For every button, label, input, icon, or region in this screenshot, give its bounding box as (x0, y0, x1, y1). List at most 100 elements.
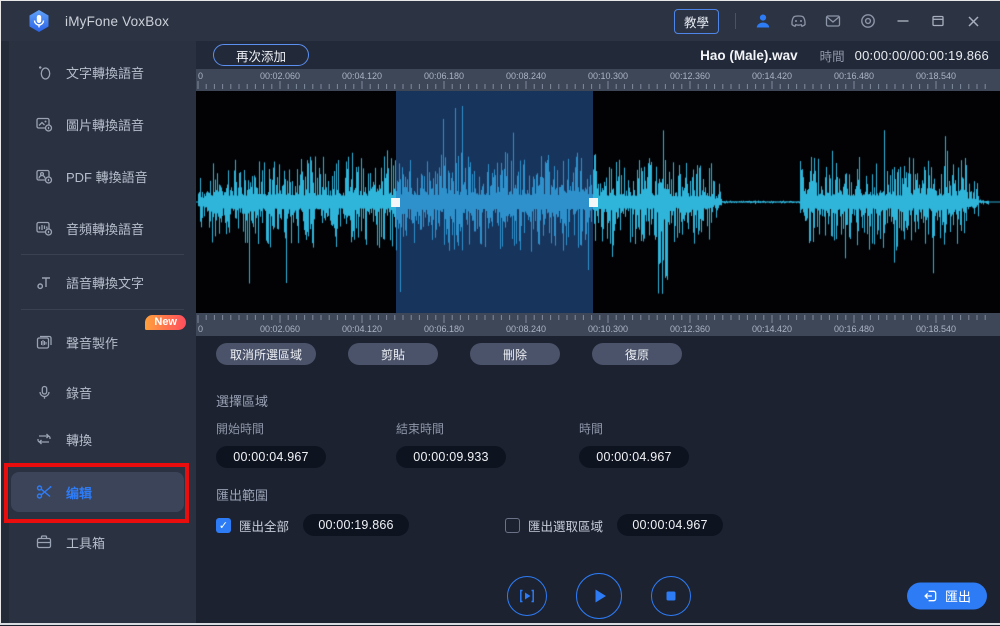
svg-text:00:18.540: 00:18.540 (916, 71, 956, 81)
export-icon (923, 589, 938, 604)
check-icon: ✓ (219, 519, 228, 532)
time-label: 時間 (820, 46, 845, 65)
export-button-label: 匯出 (945, 587, 971, 606)
selection-handle-right[interactable] (589, 198, 598, 207)
export-button[interactable]: 匯出 (907, 583, 987, 610)
sidebar-item-image-to-speech[interactable]: 圖片轉換語音 (9, 104, 196, 144)
svg-text:00:12.360: 00:12.360 (670, 324, 710, 334)
svg-text:00:14.420: 00:14.420 (752, 71, 792, 81)
sidebar-item-edit[interactable]: 编辑 (11, 472, 184, 512)
sidebar-item-label: 工具箱 (66, 533, 105, 552)
svg-text:00:08.240: 00:08.240 (506, 324, 546, 334)
sidebar-item-label: 語音轉換文字 (66, 273, 144, 292)
cut-button[interactable]: 剪貼 (348, 343, 438, 365)
new-badge: New (145, 315, 186, 330)
tutorial-button[interactable]: 教學 (674, 9, 719, 34)
add-again-button[interactable]: 再次添加 (213, 44, 309, 66)
export-all-label: 匯出全部 (239, 516, 289, 535)
export-selection-checkbox[interactable] (505, 518, 520, 533)
undo-button[interactable]: 復原 (592, 343, 682, 365)
svg-text:00:16.480: 00:16.480 (834, 71, 874, 81)
sidebar-item-label: 聲音製作 (66, 333, 118, 352)
toolbox-icon (35, 533, 53, 551)
play-selection-button[interactable] (507, 576, 547, 616)
sidebar-item-label: 圖片轉換語音 (66, 115, 144, 134)
account-icon[interactable] (750, 8, 776, 34)
play-icon (588, 585, 610, 607)
voxbox-window: iMyFone VoxBox 教學 (0, 0, 1000, 625)
voice-studio-icon (35, 333, 53, 351)
svg-text:00:02.060: 00:02.060 (260, 71, 300, 81)
svg-text:00:04.120: 00:04.120 (342, 71, 382, 81)
edit-actions: 取消所選區域 剪貼 刪除 復原 (216, 343, 1000, 365)
svg-text:00:16.480: 00:16.480 (834, 324, 874, 334)
export-range-title: 匯出範圍 (216, 485, 1000, 504)
sidebar-item-label: 音頻轉換語音 (66, 219, 144, 238)
sidebar-item-speech-to-text[interactable]: 語音轉換文字 (9, 262, 196, 302)
sidebar-item-label: 轉換 (66, 430, 92, 449)
selection-section: 選擇區域 開始時間 00:00:04.967 結束時間 00:00:09.933… (196, 391, 1000, 468)
playback-time-value: 00:00:00/00:00:19.866 (855, 48, 989, 63)
editor-main: 再次添加 Hao (Male).wav 時間 00:00:00/00:00:19… (196, 41, 1000, 623)
voxbox-logo-icon (27, 9, 51, 33)
pdf-to-speech-icon (35, 167, 53, 185)
sidebar-divider (21, 254, 184, 255)
sidebar-divider (21, 309, 184, 310)
maximize-button[interactable] (925, 8, 951, 34)
svg-text:00:10.300: 00:10.300 (588, 324, 628, 334)
selection-region[interactable] (396, 91, 594, 313)
cancel-selection-button[interactable]: 取消所選區域 (216, 343, 316, 365)
svg-text:00:10.300: 00:10.300 (588, 71, 628, 81)
titlebar: iMyFone VoxBox 教學 (1, 1, 1000, 41)
svg-text:00:12.360: 00:12.360 (670, 71, 710, 81)
sidebar-item-label: PDF 轉換語音 (66, 167, 148, 186)
convert-icon (35, 430, 53, 448)
sidebar-item-text-to-speech[interactable]: 文字轉換語音 (9, 52, 196, 92)
sidebar-item-audio-to-speech[interactable]: 音頻轉換語音 (9, 208, 196, 248)
svg-text:00:06.180: 00:06.180 (424, 71, 464, 81)
svg-text:0: 0 (198, 324, 203, 334)
duration-value[interactable]: 00:00:04.967 (579, 446, 689, 468)
end-time-label: 結束時間 (396, 420, 579, 437)
close-button[interactable] (960, 8, 986, 34)
selection-handle-left[interactable] (391, 198, 400, 207)
scissors-icon (35, 483, 53, 501)
stop-icon (662, 587, 680, 605)
text-to-speech-icon (35, 63, 53, 81)
delete-button[interactable]: 刪除 (470, 343, 560, 365)
start-time-value[interactable]: 00:00:04.967 (216, 446, 326, 468)
sidebar-item-convert[interactable]: 轉換 (9, 419, 196, 459)
editor-topbar: 再次添加 Hao (Male).wav 時間 00:00:00/00:00:19… (196, 41, 1000, 69)
end-time-value[interactable]: 00:00:09.933 (396, 446, 506, 468)
sidebar: 文字轉換語音 圖片轉換語音 PDF 轉換語音 (1, 41, 196, 623)
settings-icon[interactable] (855, 8, 881, 34)
app-title: iMyFone VoxBox (65, 14, 169, 29)
sidebar-item-record[interactable]: 錄音 (9, 372, 196, 412)
svg-text:00:02.060: 00:02.060 (260, 324, 300, 334)
svg-text:0: 0 (198, 71, 203, 81)
play-button[interactable] (576, 573, 622, 619)
titlebar-divider (735, 13, 736, 29)
waveform-canvas[interactable] (196, 91, 1000, 313)
sidebar-item-toolbox[interactable]: 工具箱 (9, 522, 196, 562)
svg-text:00:18.540: 00:18.540 (916, 324, 956, 334)
export-all-checkbox[interactable]: ✓ (216, 518, 231, 533)
mail-icon[interactable] (820, 8, 846, 34)
sidebar-item-pdf-to-speech[interactable]: PDF 轉換語音 (9, 156, 196, 196)
stop-button[interactable] (651, 576, 691, 616)
image-to-speech-icon (35, 115, 53, 133)
discord-icon[interactable] (785, 8, 811, 34)
start-time-label: 開始時間 (216, 420, 396, 437)
record-icon (35, 383, 53, 401)
minimize-button[interactable] (890, 8, 916, 34)
export-selection-label: 匯出選取區域 (528, 516, 603, 535)
timeline-ruler-bottom[interactable]: 000:02.06000:04.12000:06.18000:08.24000:… (196, 313, 1000, 336)
waveform-area[interactable] (196, 91, 1000, 313)
sidebar-item-label: 文字轉換語音 (66, 63, 144, 82)
timeline-ruler-top[interactable]: 000:02.06000:04.12000:06.18000:08.24000:… (196, 69, 1000, 91)
play-selection-icon (517, 586, 537, 606)
audio-filename: Hao (Male).wav (700, 48, 798, 63)
export-selection-duration: 00:00:04.967 (617, 514, 723, 536)
sidebar-item-label: 錄音 (66, 383, 92, 402)
selection-section-title: 選擇區域 (216, 391, 1000, 410)
